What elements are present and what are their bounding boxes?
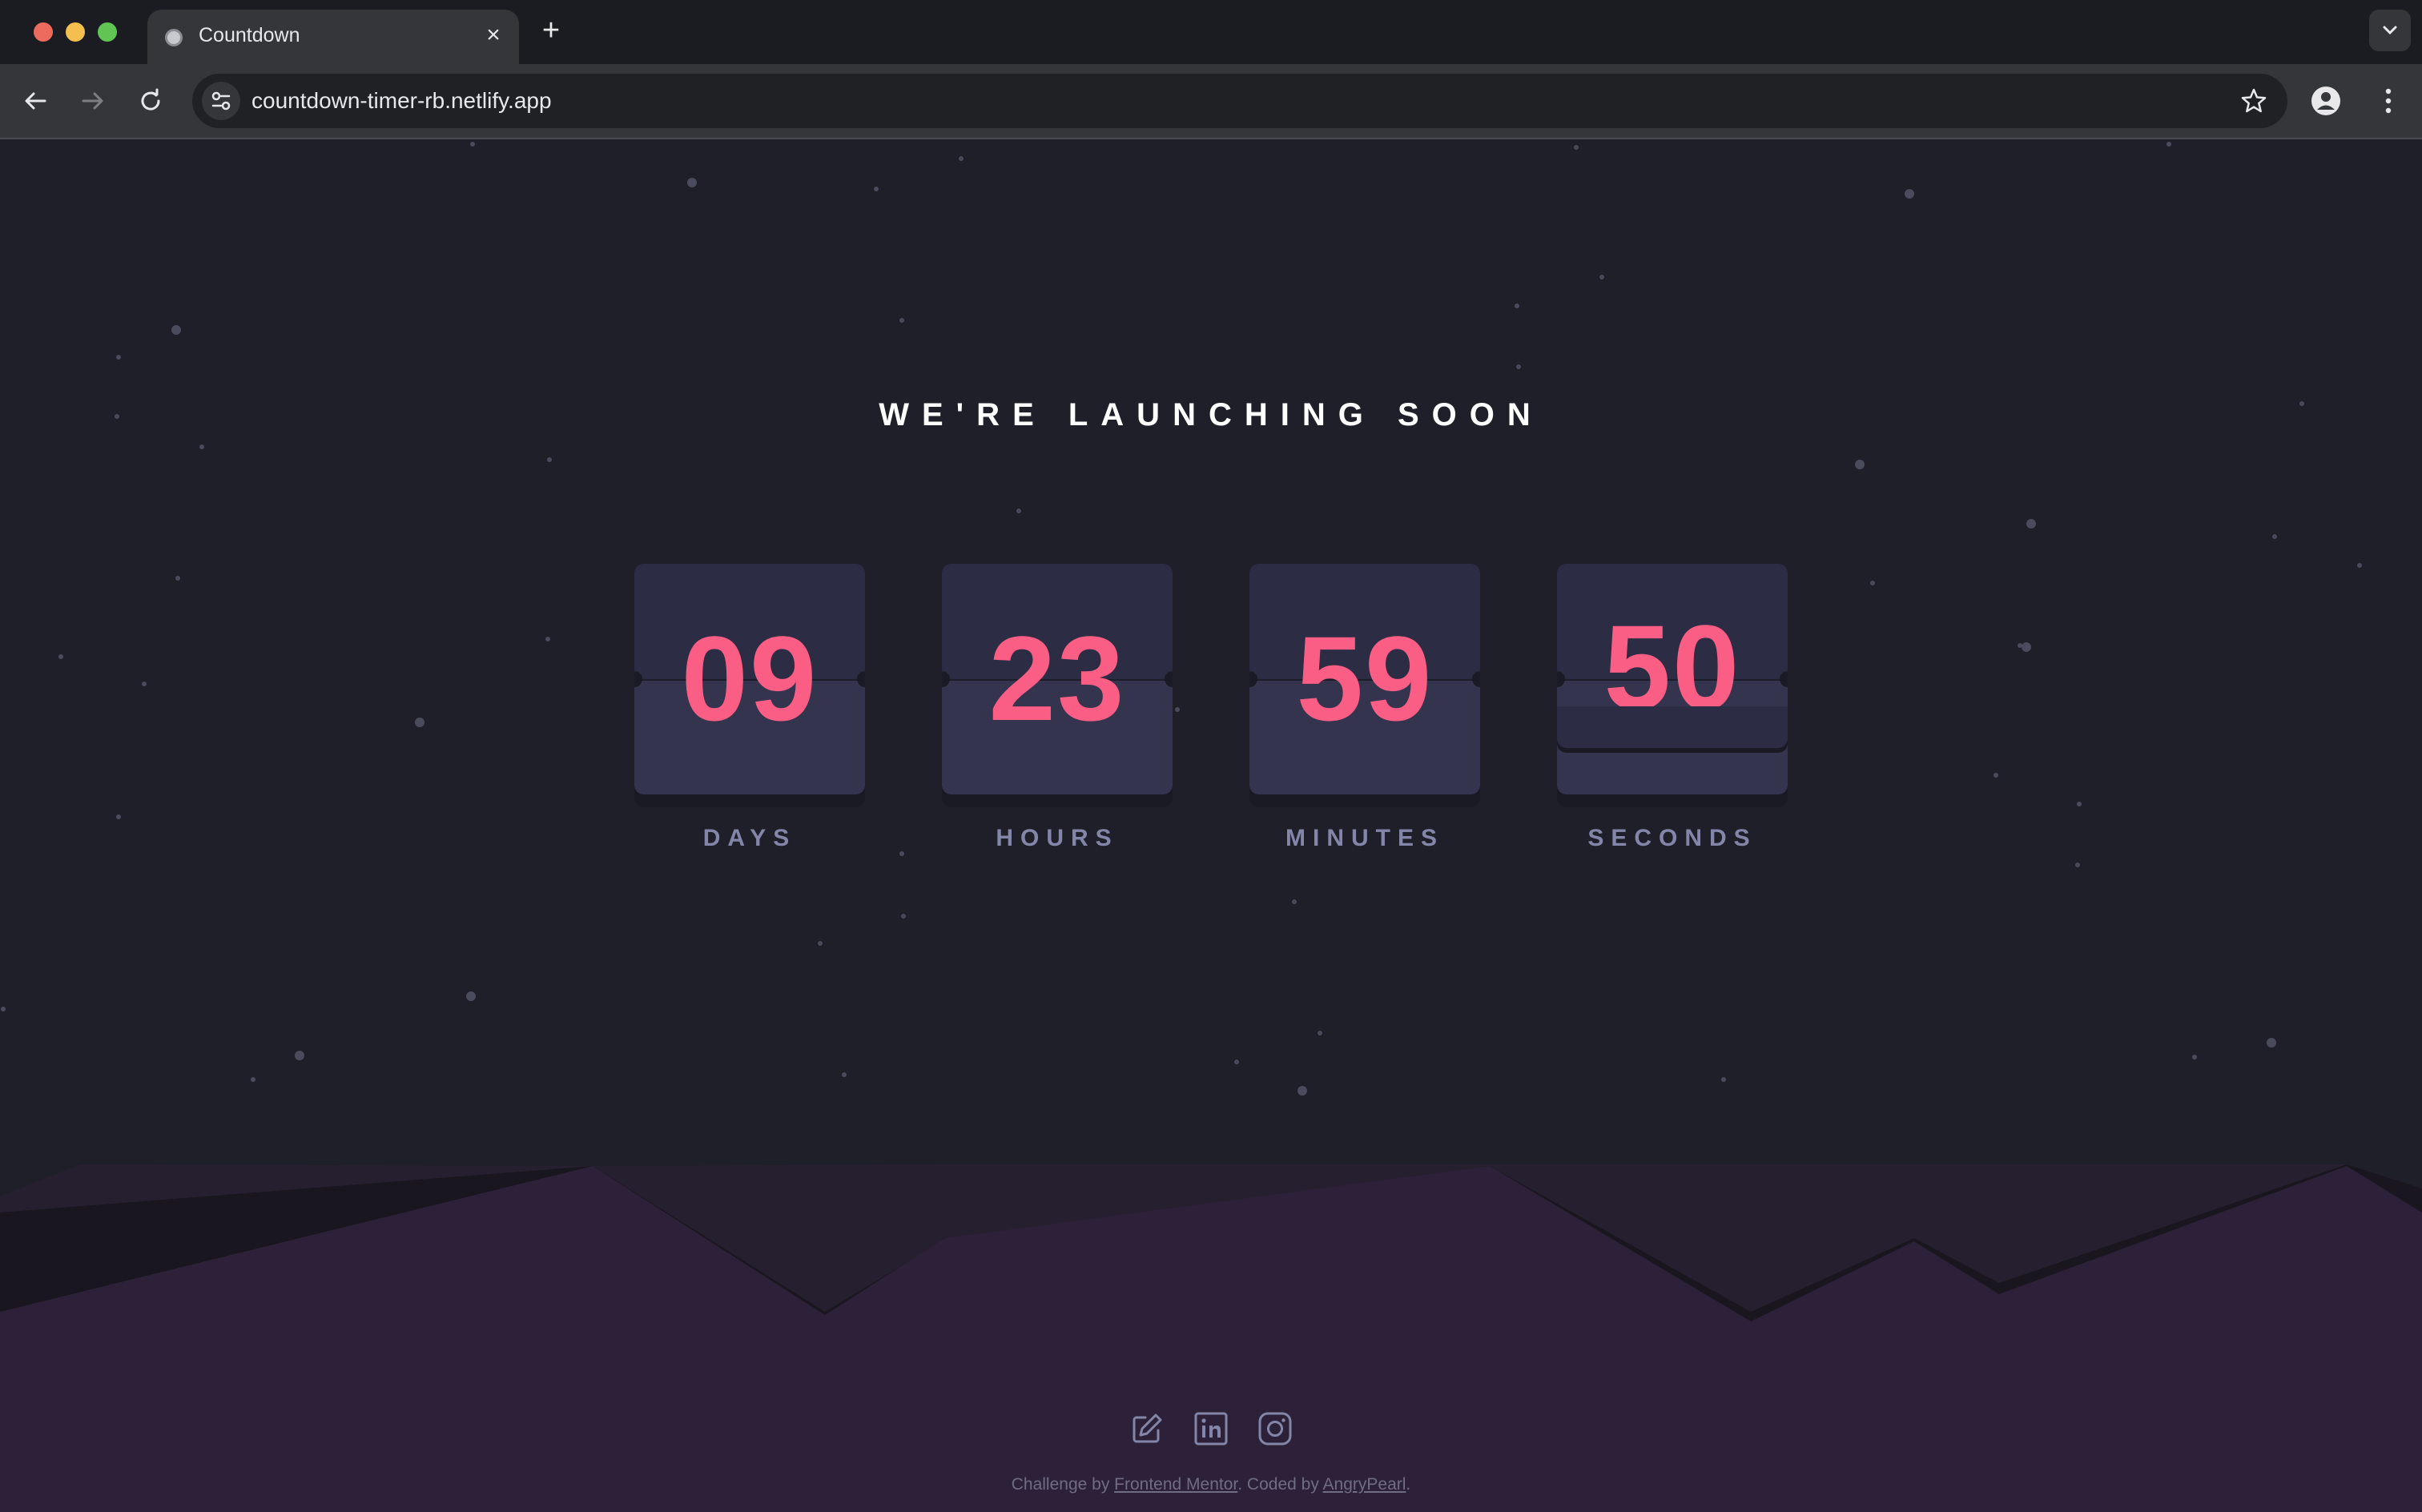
url-text[interactable]: countdown-timer-rb.netlify.app: [251, 88, 552, 114]
attribution-prefix: Challenge by: [1011, 1475, 1110, 1494]
plus-icon[interactable]: +: [537, 14, 565, 46]
browser-tab[interactable]: Countdown ×: [147, 10, 519, 64]
author-link[interactable]: AngryPearl: [1323, 1475, 1406, 1494]
attribution: Challenge by Frontend Mentor. Coded by A…: [0, 1475, 2422, 1494]
profile-icon[interactable]: [2308, 83, 2344, 119]
chevron-down-icon: [2383, 26, 2397, 35]
address-bar[interactable]: countdown-timer-rb.netlify.app: [192, 74, 2287, 128]
countdown-hours: 23 HOURS: [942, 564, 1173, 852]
seconds-label: SECONDS: [1587, 825, 1757, 851]
close-icon[interactable]: ×: [481, 22, 506, 48]
instagram-icon[interactable]: [1257, 1411, 1293, 1446]
hills-background: [0, 1164, 2422, 1512]
flip-card: 50: [1557, 564, 1788, 794]
more-vert-icon[interactable]: [2372, 83, 2404, 119]
minimize-window-button[interactable]: [66, 22, 85, 42]
reload-icon[interactable]: [135, 85, 167, 117]
countdown-minutes: 59 MINUTES: [1249, 564, 1480, 852]
hours-label: HOURS: [996, 825, 1119, 851]
countdown-page: WE'RE LAUNCHING SOON 09 DAYS 23 HOURS 59…: [0, 139, 2422, 1512]
page-headline: WE'RE LAUNCHING SOON: [879, 397, 1543, 432]
minutes-value: 59: [1296, 611, 1434, 746]
forward-arrow-icon[interactable]: [77, 85, 109, 117]
flip-card: 23: [942, 564, 1173, 794]
hours-value: 23: [988, 611, 1126, 746]
globe-icon: [165, 29, 183, 46]
edit-icon[interactable]: [1129, 1411, 1165, 1446]
site-settings-icon[interactable]: [202, 82, 240, 120]
countdown-seconds: 50 SECONDS: [1557, 564, 1788, 852]
close-window-button[interactable]: [34, 22, 53, 42]
attribution-middle: . Coded by: [1237, 1475, 1319, 1494]
browser-tab-bar: Countdown × +: [0, 0, 2422, 65]
tab-search-button[interactable]: [2369, 10, 2411, 51]
frontend-mentor-link[interactable]: Frontend Mentor: [1114, 1475, 1237, 1494]
countdown-days: 09 DAYS: [634, 564, 865, 852]
attribution-suffix: .: [1406, 1475, 1411, 1494]
days-label: DAYS: [702, 825, 797, 851]
maximize-window-button[interactable]: [98, 22, 117, 42]
tab-title: Countdown: [199, 24, 300, 46]
back-arrow-icon[interactable]: [19, 85, 51, 117]
flip-card: 09: [634, 564, 865, 794]
days-value: 09: [681, 611, 819, 746]
flip-card: 59: [1249, 564, 1480, 794]
browser-toolbar: countdown-timer-rb.netlify.app: [0, 64, 2422, 139]
flip-flap: [1557, 706, 1788, 748]
linkedin-icon[interactable]: [1193, 1411, 1229, 1446]
star-icon[interactable]: [2239, 86, 2268, 115]
social-links: [0, 1411, 2422, 1451]
minutes-label: MINUTES: [1285, 825, 1444, 851]
